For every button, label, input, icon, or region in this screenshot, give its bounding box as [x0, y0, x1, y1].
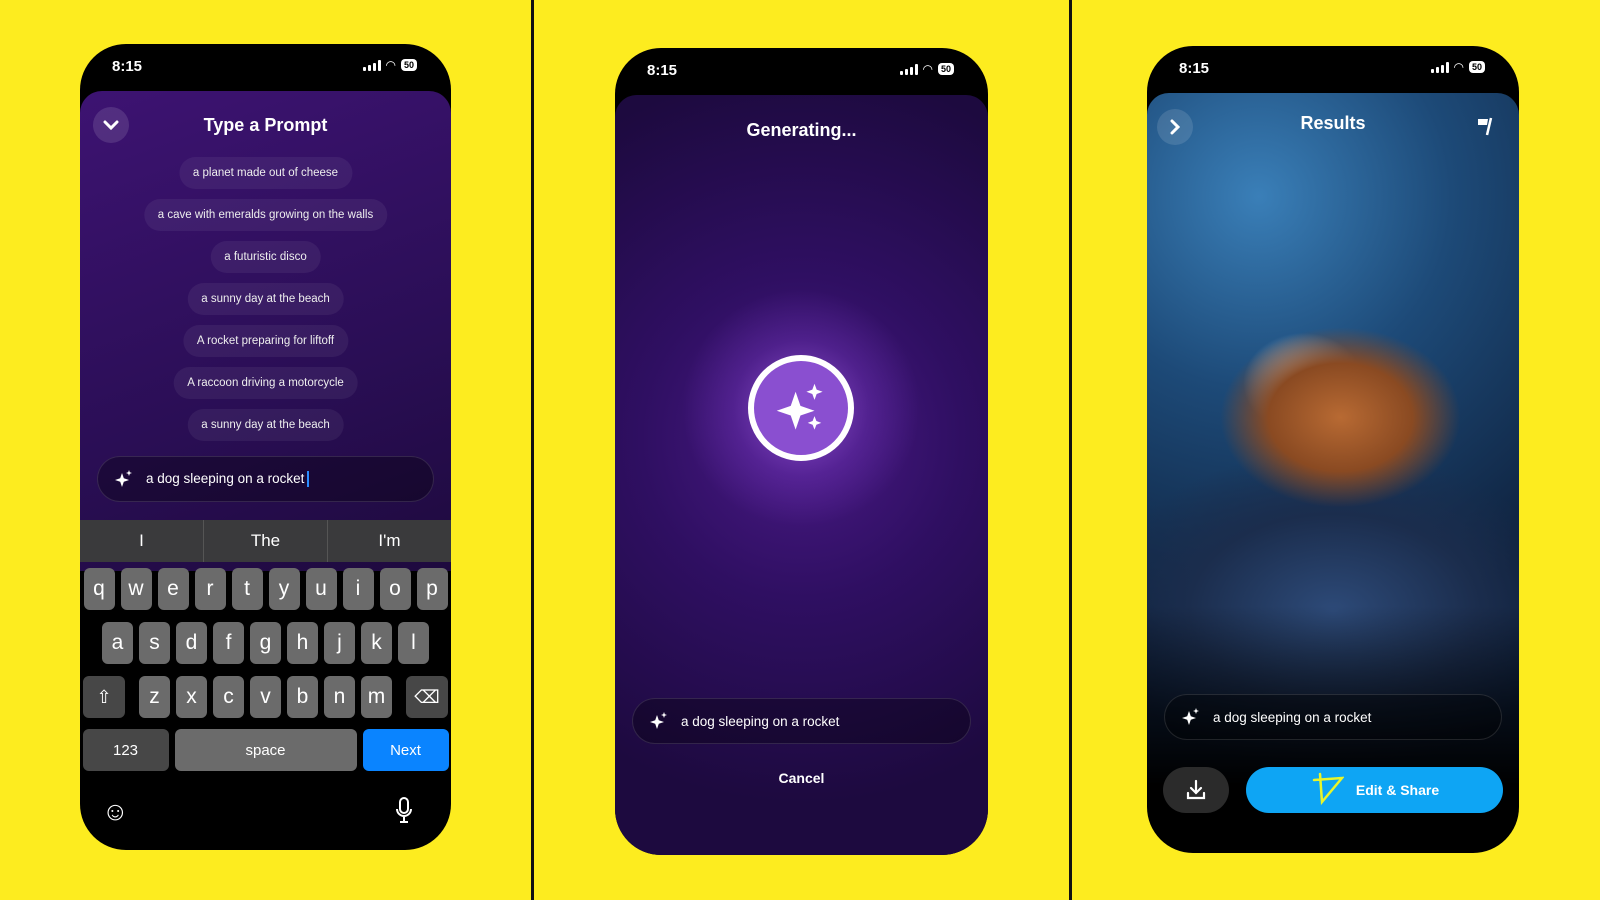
predictive-bar: I The I'm [80, 520, 451, 562]
page-title: Generating... [746, 120, 857, 140]
phone-results: 8:15 ◠ 50 Results a dog sleeping on a roc… [1147, 46, 1519, 853]
key-a[interactable]: a [102, 622, 133, 664]
key-e[interactable]: e [157, 568, 189, 610]
delete-key[interactable]: ⌫ [406, 676, 448, 718]
status-time: 8:15 [112, 58, 143, 75]
status-time: 8:15 [647, 62, 678, 79]
wifi-icon: ◠ [922, 62, 933, 76]
status-bar: 8:15 ◠ 50 [80, 44, 451, 91]
space-key[interactable]: space [174, 729, 357, 771]
prompt-value: a dog sleeping on a rocket [1213, 709, 1372, 725]
key-d[interactable]: d [176, 622, 207, 664]
edit-share-label: Edit & Share [1355, 782, 1440, 798]
key-g[interactable]: g [250, 622, 281, 664]
suggestion-chip[interactable]: a sunny day at the beach [187, 409, 344, 441]
key-b[interactable]: b [287, 676, 318, 718]
backspace-icon: ⌫ [414, 686, 440, 707]
next-key[interactable]: Next [362, 729, 449, 771]
key-i[interactable]: i [342, 568, 374, 610]
key-k[interactable]: k [361, 622, 392, 664]
text-caret [307, 471, 310, 488]
page-title: Results [1300, 113, 1366, 133]
microphone-icon[interactable] [395, 796, 413, 824]
prediction[interactable]: The [204, 520, 328, 562]
key-c[interactable]: c [213, 676, 244, 718]
key-p[interactable]: p [416, 568, 448, 610]
key-y[interactable]: y [268, 568, 300, 610]
phone-generating: 8:15 ◠ 50 Generating... a dog sleeping on… [615, 48, 988, 855]
key-h[interactable]: h [287, 622, 318, 664]
signal-icon [362, 59, 381, 71]
shift-key[interactable]: ⇧ [83, 676, 125, 718]
battery-icon: 50 [1468, 61, 1485, 73]
edit-share-button[interactable]: Edit & Share [1246, 767, 1503, 813]
generating-spinner [748, 355, 854, 461]
key-x[interactable]: x [176, 676, 207, 718]
divider-right [1069, 0, 1072, 900]
numbers-key[interactable]: 123 [82, 729, 169, 771]
key-s[interactable]: s [139, 622, 170, 664]
suggestion-chip[interactable]: a planet made out of cheese [178, 157, 353, 189]
suggestion-chip[interactable]: a sunny day at the beach [187, 283, 344, 315]
prompt-input[interactable]: a dog sleeping on a rocket [97, 456, 434, 502]
sparkle-icon [1182, 708, 1199, 725]
battery-icon: 50 [400, 59, 417, 71]
cancel-button[interactable]: Cancel [615, 770, 988, 786]
key-j[interactable]: j [324, 622, 355, 664]
key-v[interactable]: v [250, 676, 281, 718]
page-title: Type a Prompt [203, 115, 328, 135]
status-bar: 8:15 ◠ 50 [1147, 46, 1519, 93]
scribble-icon [1312, 772, 1344, 806]
signal-icon [1430, 61, 1449, 73]
key-q[interactable]: q [83, 568, 115, 610]
key-n[interactable]: n [324, 676, 355, 718]
key-m[interactable]: m [361, 676, 392, 718]
suggestion-chip[interactable]: A rocket preparing for liftoff [182, 325, 349, 357]
key-o[interactable]: o [379, 568, 411, 610]
key-l[interactable]: l [398, 622, 429, 664]
key-f[interactable]: f [213, 622, 244, 664]
sparkle-icon [776, 383, 823, 430]
divider-left [531, 0, 534, 900]
key-r[interactable]: r [194, 568, 226, 610]
emoji-icon[interactable]: ☺ [102, 796, 129, 827]
suggestion-chip[interactable]: a futuristic disco [210, 241, 321, 273]
shift-icon: ⇧ [96, 686, 112, 707]
sparkle-icon [650, 712, 667, 729]
wifi-icon: ◠ [1453, 60, 1464, 74]
prediction[interactable]: I'm [328, 520, 451, 562]
signal-icon [899, 63, 918, 75]
key-z[interactable]: z [139, 676, 170, 718]
prompt-value: a dog sleeping on a rocket [681, 713, 840, 729]
phone-type-prompt: 8:15 ◠ 50 Type a Prompt a planet made out… [80, 44, 451, 850]
key-t[interactable]: t [231, 568, 263, 610]
status-time: 8:15 [1179, 60, 1210, 77]
sparkle-icon [115, 470, 132, 487]
status-bar: 8:15 ◠ 50 [615, 48, 988, 95]
prompt-input-value: a dog sleeping on a rocket [146, 470, 305, 486]
wifi-icon: ◠ [385, 58, 396, 72]
prompt-display: a dog sleeping on a rocket [632, 698, 971, 744]
flag-icon[interactable] [1477, 116, 1495, 136]
key-w[interactable]: w [120, 568, 152, 610]
suggestion-chip[interactable]: a cave with emeralds growing on the wall… [143, 199, 388, 231]
battery-icon: 50 [937, 63, 954, 75]
suggestion-chip[interactable]: A raccoon driving a motorcycle [173, 367, 358, 399]
prompt-display: a dog sleeping on a rocket [1164, 694, 1502, 740]
download-icon [1186, 779, 1206, 800]
key-u[interactable]: u [305, 568, 337, 610]
prediction[interactable]: I [80, 520, 204, 562]
download-button[interactable] [1163, 767, 1229, 813]
